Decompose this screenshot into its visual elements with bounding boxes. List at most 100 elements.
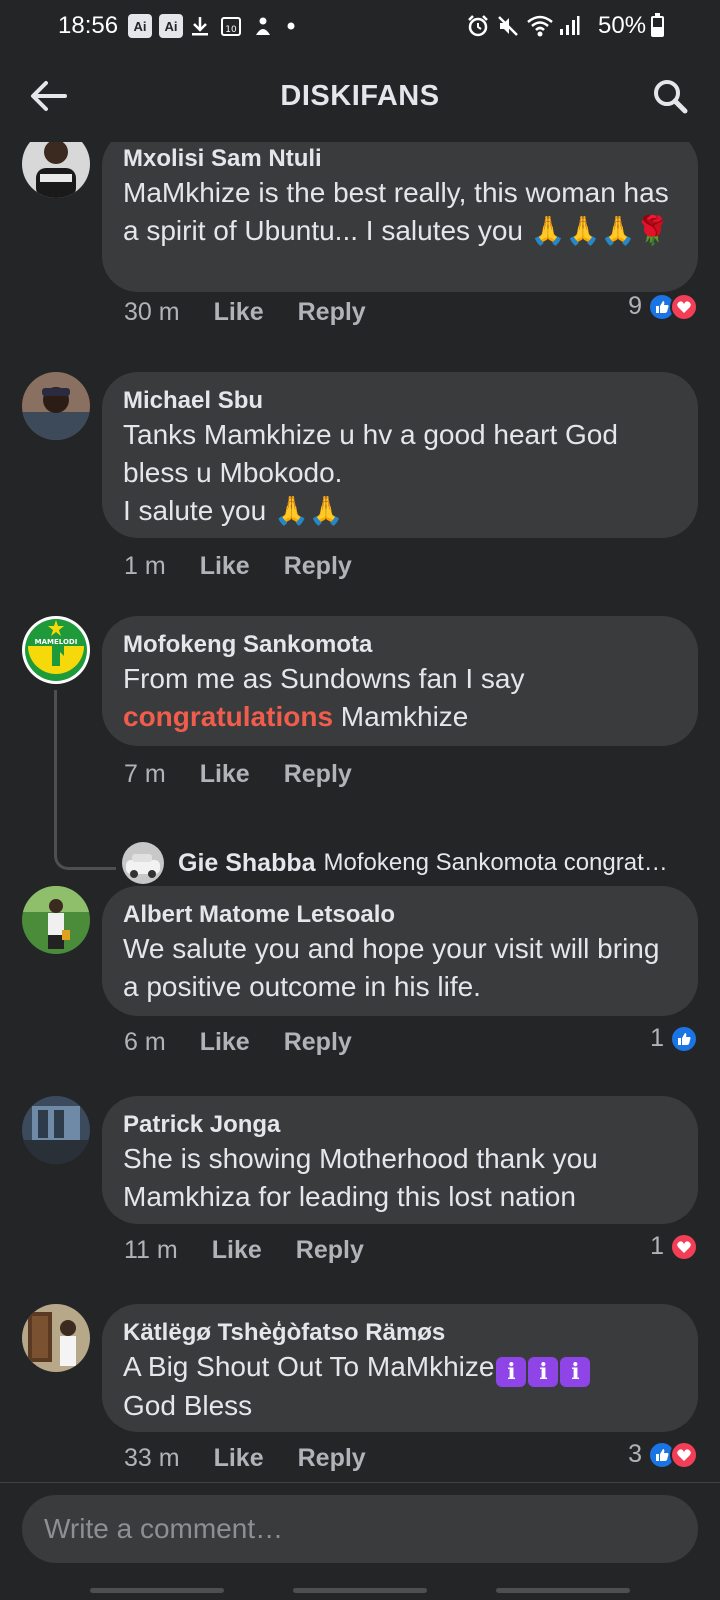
comment-actions: 1 m Like Reply: [124, 552, 352, 581]
comment-text: She is showing Motherhood thank you Mamk…: [123, 1143, 598, 1212]
page-title: DISKIFANS: [280, 80, 440, 112]
like-button[interactable]: Like: [212, 1236, 262, 1265]
dot-icon: [286, 14, 296, 38]
comment-text: MaMkhize is the best really, this woman …: [123, 177, 671, 246]
nav-bar-pill: [293, 1588, 427, 1593]
reply-button[interactable]: Reply: [298, 298, 366, 327]
reply-button[interactable]: Reply: [284, 1028, 352, 1057]
nav-bar-pill: [90, 1588, 224, 1593]
comment-author[interactable]: Albert Matome Letsoalo: [123, 900, 678, 930]
nav-bar-pill: [496, 1588, 630, 1593]
reply-preview[interactable]: Gie Shabba Mofokeng Sankomota congrat…: [122, 842, 702, 884]
comment-author[interactable]: Michael Sbu: [123, 386, 678, 416]
status-bar: 18:56 Ai Ai 10 50%: [0, 0, 720, 52]
comment-bubble[interactable]: Mxolisi Sam Ntuli MaMkhize is the best r…: [102, 142, 698, 292]
comment-time[interactable]: 11 m: [124, 1236, 178, 1265]
avatar[interactable]: MAMELODI: [22, 616, 90, 684]
wifi-icon: [526, 14, 554, 38]
download-icon: [190, 14, 210, 38]
ai-notification-icon: Ai: [128, 14, 152, 38]
ai-notification-icon: Ai: [159, 14, 183, 38]
comment-text: A Big Shout Out To MaMkhize: [123, 1351, 495, 1382]
reaction-count: 1: [650, 1232, 664, 1260]
avatar[interactable]: [22, 1304, 90, 1372]
comment-text-tail: God Bless: [123, 1390, 253, 1421]
comment-actions: 33 m Like Reply: [124, 1444, 366, 1473]
comment-author[interactable]: Patrick Jonga: [123, 1110, 678, 1140]
app-bar: DISKIFANS: [0, 52, 720, 142]
game-icon: [252, 14, 274, 38]
comment-input[interactable]: [22, 1495, 698, 1563]
alarm-icon: [466, 14, 490, 38]
reply-button[interactable]: Reply: [298, 1444, 366, 1473]
comment-bubble[interactable]: Albert Matome Letsoalo We salute you and…: [102, 886, 698, 1016]
search-button[interactable]: [648, 74, 692, 118]
comment-list[interactable]: Mxolisi Sam Ntuli MaMkhize is the best r…: [0, 142, 720, 1482]
avatar[interactable]: [22, 1096, 90, 1164]
reply-button[interactable]: Reply: [296, 1236, 364, 1265]
info-emoji: i: [496, 1357, 527, 1387]
comment-author[interactable]: Mxolisi Sam Ntuli: [123, 144, 678, 174]
like-button[interactable]: Like: [214, 298, 264, 327]
comment-bubble[interactable]: Patrick Jonga She is showing Motherhood …: [102, 1096, 698, 1224]
like-button[interactable]: Like: [200, 552, 250, 581]
reply-button[interactable]: Reply: [284, 760, 352, 789]
comment-text-line: congratulations Mamkhize: [123, 698, 678, 736]
comment-bubble[interactable]: Kätlëgø Tshèģòfatso Rämøs A Big Shout Ou…: [102, 1304, 698, 1432]
comment-bubble[interactable]: Mofokeng Sankomota From me as Sundowns f…: [102, 616, 698, 746]
comment-actions: 7 m Like Reply: [124, 760, 352, 789]
status-time: 18:56: [58, 12, 119, 39]
like-reaction-icon: [670, 1024, 698, 1053]
comment-text-line: A Big Shout Out To MaMkhize i i i: [123, 1348, 678, 1387]
comment-author[interactable]: Mofokeng Sankomota: [123, 630, 678, 660]
like-button[interactable]: Like: [200, 760, 250, 789]
like-button[interactable]: Like: [214, 1444, 264, 1473]
reaction-count: 9: [628, 292, 642, 320]
info-emoji: i: [528, 1357, 559, 1387]
svg-text:10: 10: [225, 25, 237, 35]
mute-icon: [496, 14, 520, 38]
comment-time[interactable]: 7 m: [124, 760, 166, 789]
reaction-summary[interactable]: 3: [628, 1440, 698, 1469]
comment-actions: 11 m Like Reply: [124, 1236, 364, 1265]
comment-time[interactable]: 30 m: [124, 298, 180, 327]
highlighted-word: congratulations: [123, 701, 334, 732]
comment-time[interactable]: 1 m: [124, 552, 166, 581]
reply-text: Mofokeng Sankomota congrat…: [323, 849, 668, 876]
search-icon: [654, 80, 688, 114]
comment-author[interactable]: Kätlëgø Tshèģòfatso Rämøs: [123, 1318, 678, 1348]
comment-composer: [0, 1482, 720, 1600]
reaction-summary[interactable]: 9: [628, 292, 698, 321]
comment-actions: 6 m Like Reply: [124, 1028, 352, 1057]
reaction-summary[interactable]: 1: [650, 1232, 698, 1261]
love-reaction-icon: [670, 292, 698, 321]
reply-button[interactable]: Reply: [284, 552, 352, 581]
comment-text-line: I salute you 🙏🙏: [123, 495, 344, 526]
calendar-icon: 10: [220, 14, 242, 38]
avatar[interactable]: [22, 886, 90, 954]
comment-text-tail: Mamkhize: [333, 701, 469, 732]
signal-icon: [558, 14, 580, 38]
like-button[interactable]: Like: [200, 1028, 250, 1057]
reaction-summary[interactable]: 1: [650, 1024, 698, 1053]
reply-author[interactable]: Gie Shabba: [178, 849, 316, 878]
reaction-count: 1: [650, 1024, 664, 1052]
love-reaction-icon: [670, 1232, 698, 1261]
svg-text:MAMELODI: MAMELODI: [35, 638, 78, 646]
comment-text-line: Tanks Mamkhize u hv a good heart God ble…: [123, 419, 618, 488]
thread-connector: [54, 690, 116, 870]
battery-level: [653, 26, 662, 35]
avatar[interactable]: [122, 842, 164, 884]
comment-actions: 30 m Like Reply: [124, 298, 366, 327]
reaction-count: 3: [628, 1440, 642, 1468]
comment-time[interactable]: 33 m: [124, 1444, 180, 1473]
comment-text: From me as Sundowns fan I say: [123, 663, 525, 694]
info-emoji: i: [560, 1357, 591, 1387]
avatar[interactable]: [22, 142, 90, 198]
comment-text: We salute you and hope your visit will b…: [123, 933, 660, 1002]
comment-bubble[interactable]: Michael Sbu Tanks Mamkhize u hv a good h…: [102, 372, 698, 538]
avatar[interactable]: [22, 372, 90, 440]
battery-icon: [651, 13, 664, 37]
battery-percentage: 50%: [598, 12, 647, 39]
comment-time[interactable]: 6 m: [124, 1028, 166, 1057]
